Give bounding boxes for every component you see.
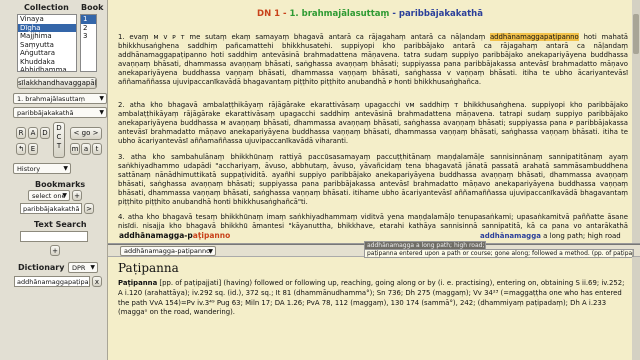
paragraph-1-before: 1. evaṃ ᴍ ᴠ ᴘ ᴛ me sutaṃ ekaṃ samayaṃ bh… xyxy=(118,33,490,41)
sutta-select[interactable]: 1. brahmajālasuttaṃ ▼ xyxy=(13,93,107,104)
definition-headword: Paṭipanna xyxy=(118,279,158,287)
arrow-up-icon: ↰ xyxy=(18,145,24,153)
sutta-select-value: 1. brahmajālasuttaṃ xyxy=(17,95,85,103)
collection-item[interactable]: Saṃyutta xyxy=(18,41,76,50)
dictionary-entry-select[interactable]: addhānamagga-paṭipanno ▼ xyxy=(120,246,216,256)
history-select[interactable]: History ▼ xyxy=(13,163,71,174)
go-button[interactable]: < go > xyxy=(70,127,102,140)
chevron-down-icon: ▼ xyxy=(208,248,213,255)
navigation-panel: Collection Book Vinaya Dīgha Majjhima Saṃyu… xyxy=(0,0,108,360)
title-sutta: 1. brahmajālasuttaṃ xyxy=(289,9,390,19)
text-scrollbar-thumb[interactable] xyxy=(633,14,639,54)
dictionary-scrollbar[interactable] xyxy=(632,257,640,360)
search-options-button[interactable]: + xyxy=(50,245,60,256)
title-separator: - xyxy=(389,9,399,19)
dictionary-entry-value: addhānamagga-paṭipanno xyxy=(124,247,211,255)
paragraph-4: 4. atha kho bhagavā tesaṃ bhikkhūnaṃ ima… xyxy=(118,213,628,231)
atthakatha-button[interactable]: a xyxy=(81,143,91,155)
paragraph-1-after: hoti mahatā bhikkhusaṅghena saddhiṃ pañc… xyxy=(118,33,628,87)
bookmark-input[interactable]: paribbājakakathā xyxy=(20,203,82,214)
chevron-down-icon: ▼ xyxy=(62,192,67,199)
collection-item[interactable]: Khuddaka xyxy=(18,58,76,67)
lookup-word-part1: addhānamagga-p xyxy=(119,231,193,240)
lookup-word-part2: aṭipanno xyxy=(192,231,231,240)
text-search-label: Text Search xyxy=(34,220,87,229)
collection-item[interactable]: Majjhima xyxy=(18,32,76,41)
title-section: paribbājakakathā xyxy=(398,9,483,19)
chevron-down-icon: ▼ xyxy=(99,95,104,102)
relative-button[interactable]: R xyxy=(16,127,26,139)
e-button[interactable]: E xyxy=(28,143,38,155)
go-label: go xyxy=(81,129,91,137)
text-scrollbar[interactable] xyxy=(632,0,640,243)
dct-c-label: C xyxy=(56,133,62,141)
lookup-meaning-text: a long path; high road xyxy=(540,232,621,240)
dictionary-clear-button[interactable]: x xyxy=(92,276,102,287)
chevron-down-icon: ▼ xyxy=(63,165,68,172)
book-item[interactable]: 3 xyxy=(81,32,96,41)
next-label: > xyxy=(92,129,99,137)
section-select-value: paribbājakakathā xyxy=(17,109,74,117)
bookmark-go-button[interactable]: > xyxy=(84,203,94,214)
lookup-meaning: addhānamagga a long path; high road xyxy=(480,232,621,240)
dictionary-select-value: DPR xyxy=(72,264,86,272)
book-list[interactable]: 123 xyxy=(80,14,97,72)
section-select[interactable]: paribbājakakathā ▼ xyxy=(13,107,107,118)
add-bookmark-button[interactable]: + xyxy=(72,190,82,201)
collection-item[interactable]: Aṅguttara xyxy=(18,49,76,58)
paragraph-2: 2. atha kho bhagavā ambalaṭṭhikāyaṃ rājā… xyxy=(118,101,628,146)
page-title: DN 1 - 1. brahmajālasuttaṃ - paribbājaka… xyxy=(108,9,632,19)
collection-list[interactable]: Vinaya Dīgha Majjhima Saṃyutta Aṅguttara Khud… xyxy=(17,14,77,72)
dictionary-input[interactable]: addhānamaggapaṭipanno xyxy=(14,276,90,287)
collection-item[interactable]: Dīgha xyxy=(18,23,76,32)
bookmark-select[interactable]: select one ▼ xyxy=(28,190,70,201)
search-input[interactable] xyxy=(20,231,88,242)
mula-button[interactable]: m xyxy=(70,143,80,155)
collection-item[interactable]: Abhidhamma xyxy=(18,66,76,71)
dct-d-label: D xyxy=(56,124,62,132)
dct-button[interactable]: D C T xyxy=(53,122,65,158)
dictionary-panel: addhānamagga-paṭipanno ▼ addhānamagga a l… xyxy=(108,241,640,360)
dictionary-label: Dictionary xyxy=(18,263,65,272)
paragraph-3: 3. atha kho sambahulānaṃ bhikkhūnaṃ ratt… xyxy=(118,153,628,207)
text-view: DN 1 - 1. brahmajālasuttaṃ - paribbājaka… xyxy=(108,0,640,244)
collection-label: Collection xyxy=(24,3,69,12)
bookmark-select-value: select one xyxy=(32,192,66,200)
lookup-meaning-word: addhānamagga xyxy=(480,232,541,240)
tooltip-patipanna: paṭipanna entered upon a path or course;… xyxy=(364,249,634,258)
definition-text: [pp. of paṭipajjati] (having) followed o… xyxy=(118,279,625,317)
paragraph-1: 1. evaṃ ᴍ ᴠ ᴘ ᴛ me sutaṃ ekaṃ samayaṃ bh… xyxy=(118,33,628,99)
chevron-down-icon: ▼ xyxy=(99,109,104,116)
title-reference: DN 1 - xyxy=(257,9,290,19)
d-button[interactable]: D xyxy=(40,127,50,139)
bookmarks-label: Bookmarks xyxy=(35,180,86,189)
chevron-down-icon: ▼ xyxy=(90,264,95,271)
highlighted-word[interactable]: addhānamaggapaṭipanno xyxy=(489,33,579,41)
dictionary-definition: Paṭipanna [pp. of paṭipajjati] (having) … xyxy=(118,279,630,318)
prev-label: < xyxy=(73,129,80,137)
tika-button[interactable]: t xyxy=(92,143,102,155)
dictionary-select[interactable]: DPR ▼ xyxy=(68,262,98,273)
dct-t-label: T xyxy=(56,142,62,150)
book-label: Book xyxy=(81,3,104,12)
vagga-button[interactable]: sīlakkhandhavaggapāḷi xyxy=(17,77,97,89)
up-arrow-button[interactable]: ↰ xyxy=(16,143,26,155)
lookup-word[interactable]: addhānamagga-paṭipanno xyxy=(119,231,230,240)
collection-item[interactable]: Vinaya xyxy=(18,15,76,24)
book-item[interactable]: 1 xyxy=(81,15,96,24)
dictionary-headword: Paṭipanna xyxy=(118,261,179,275)
a-button[interactable]: A xyxy=(28,127,38,139)
history-label: History xyxy=(17,165,41,173)
book-item[interactable]: 2 xyxy=(81,24,96,33)
